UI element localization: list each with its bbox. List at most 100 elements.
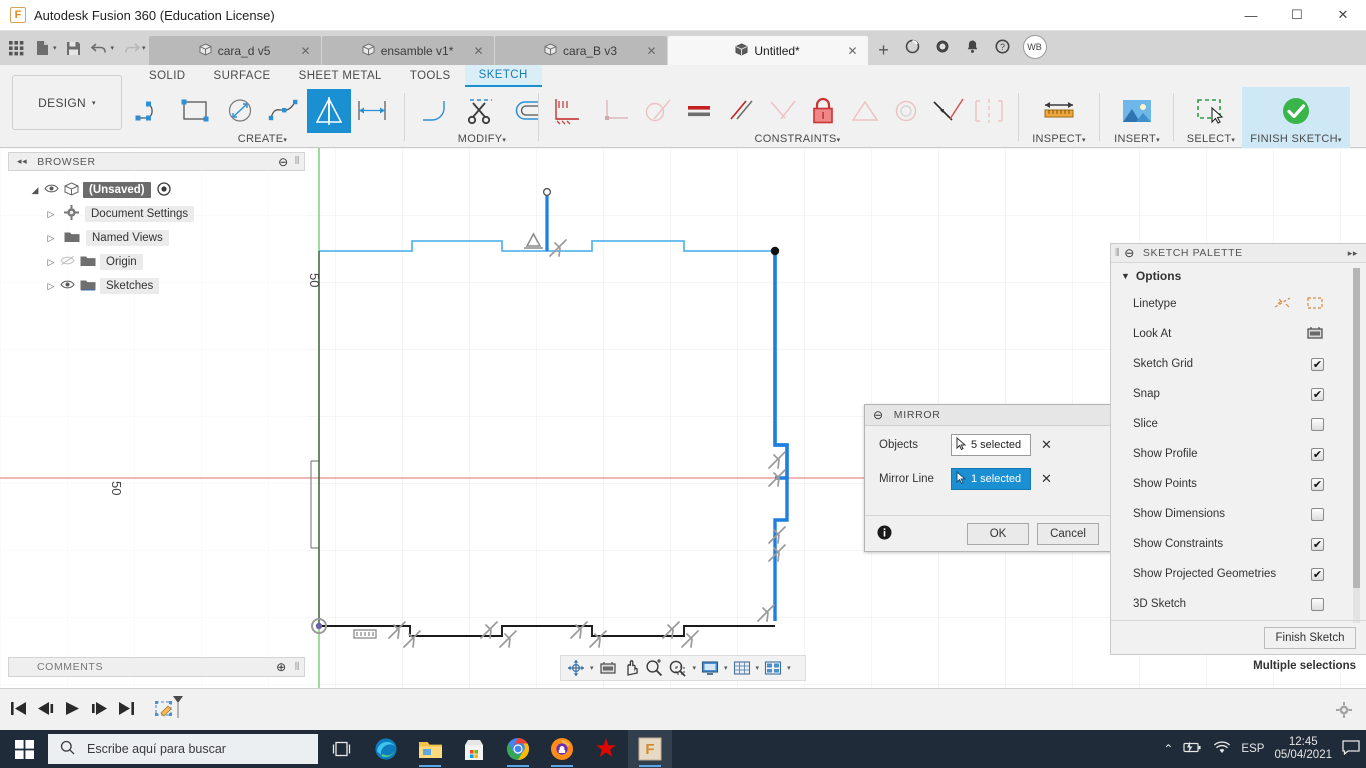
- tree-item-origin[interactable]: ▷ Origin: [8, 250, 305, 274]
- centerline-icon[interactable]: [1306, 295, 1324, 314]
- measure-icon[interactable]: [1036, 89, 1082, 133]
- palette-grip[interactable]: ⦀: [1115, 247, 1120, 260]
- circle-tool[interactable]: [218, 89, 262, 133]
- visibility-eye-icon[interactable]: [58, 279, 76, 293]
- tab-solid[interactable]: SOLID: [135, 65, 200, 87]
- undo-icon[interactable]: [88, 35, 112, 61]
- expand-arrow-icon[interactable]: ▷: [44, 209, 58, 220]
- options-section-header[interactable]: ▼ Options: [1111, 263, 1366, 289]
- palette-row-show-profile[interactable]: Show Profile ✔: [1111, 439, 1366, 469]
- spline-tool[interactable]: [263, 89, 307, 133]
- add-comment-icon[interactable]: ⊕: [276, 660, 287, 674]
- zoom-caret-icon[interactable]: ▾: [691, 657, 699, 679]
- scrollbar-thumb[interactable]: [1353, 268, 1360, 588]
- fix-unfix-constraint[interactable]: [803, 89, 844, 133]
- select-icon[interactable]: [1188, 89, 1234, 133]
- go-to-end-icon[interactable]: [118, 701, 135, 719]
- orbit-caret-icon[interactable]: ▾: [588, 657, 596, 679]
- insert-image-icon[interactable]: [1114, 89, 1160, 133]
- show-profile-checkbox[interactable]: ✔: [1311, 447, 1324, 461]
- sketch-dimension-tool[interactable]: [351, 89, 395, 133]
- step-back-icon[interactable]: [37, 701, 54, 719]
- ribbon-panel-select[interactable]: SELECT▾: [1180, 87, 1242, 148]
- go-to-beginning-icon[interactable]: [10, 701, 27, 719]
- viewports-caret-icon[interactable]: ▾: [785, 657, 793, 679]
- clear-objects-icon[interactable]: ✕: [1041, 437, 1052, 453]
- palette-row-show-projected-geometries[interactable]: Show Projected Geometries ✔: [1111, 559, 1366, 589]
- undo-caret-icon[interactable]: ▾: [111, 44, 115, 52]
- tree-item-sketches[interactable]: ▷ Sketches: [8, 274, 305, 298]
- ok-button[interactable]: OK: [967, 522, 1029, 545]
- palette-row-show-dimensions[interactable]: Show Dimensions: [1111, 499, 1366, 529]
- objects-selection-field[interactable]: 5 selected: [951, 434, 1031, 456]
- windows-start-icon[interactable]: [0, 730, 48, 768]
- palette-row-show-points[interactable]: Show Points ✔: [1111, 469, 1366, 499]
- show-dimensions-checkbox[interactable]: [1311, 507, 1324, 521]
- tree-item-named-views[interactable]: ▷ Named Views: [8, 226, 305, 250]
- comments-grip[interactable]: ⦀: [295, 661, 300, 674]
- palette-scrollbar[interactable]: [1353, 268, 1360, 623]
- palette-row-snap[interactable]: Snap ✔: [1111, 379, 1366, 409]
- help-icon[interactable]: ?: [989, 34, 1017, 60]
- cancel-button[interactable]: Cancel: [1037, 522, 1099, 545]
- viewports-icon[interactable]: [762, 657, 784, 679]
- close-icon[interactable]: ✕: [300, 44, 310, 58]
- expand-palette-icon[interactable]: ▸▸: [1348, 248, 1358, 259]
- ribbon-panel-label-insert[interactable]: INSERT▾: [1106, 132, 1168, 148]
- grid-snaps-icon[interactable]: [731, 657, 753, 679]
- line-tool[interactable]: [130, 89, 174, 133]
- battery-icon[interactable]: [1183, 741, 1203, 757]
- notifications-bell-icon[interactable]: [959, 34, 987, 60]
- minimize-button[interactable]: —: [1228, 0, 1274, 31]
- perpendicular-constraint[interactable]: [595, 89, 636, 133]
- maximize-button[interactable]: ☐: [1274, 0, 1320, 31]
- look-at-icon[interactable]: [597, 657, 619, 679]
- new-document-caret-icon[interactable]: ▾: [53, 44, 57, 52]
- equal-constraint[interactable]: [678, 89, 719, 133]
- clock[interactable]: 12:45 05/04/2021: [1274, 736, 1332, 762]
- pan-icon[interactable]: [620, 657, 642, 679]
- trim-tool[interactable]: [458, 89, 504, 133]
- palette-row-sketch-grid[interactable]: Sketch Grid ✔: [1111, 349, 1366, 379]
- notification-icon[interactable]: [1342, 740, 1360, 758]
- offset-tool[interactable]: [504, 89, 550, 133]
- workspace-switcher-button[interactable]: DESIGN ▾: [12, 75, 122, 130]
- info-icon[interactable]: [877, 525, 892, 543]
- close-icon[interactable]: ✕: [473, 44, 483, 58]
- concentric-constraint[interactable]: [886, 89, 927, 133]
- snap-checkbox[interactable]: ✔: [1311, 387, 1324, 401]
- document-tab-cara-d[interactable]: cara_d v5 ✕: [148, 36, 321, 65]
- display-caret-icon[interactable]: ▾: [722, 657, 730, 679]
- extensions-icon[interactable]: [929, 34, 957, 60]
- palette-row-slice[interactable]: Slice: [1111, 409, 1366, 439]
- expand-arrow-icon[interactable]: ▷: [44, 281, 58, 292]
- sketch-palette-header[interactable]: ⦀ ⊖ SKETCH PALETTE ▸▸: [1111, 244, 1366, 263]
- taskbar-app-file-explorer[interactable]: [408, 730, 452, 768]
- grid-caret-icon[interactable]: ▾: [754, 657, 762, 679]
- ribbon-panel-insert[interactable]: INSERT▾: [1106, 87, 1168, 148]
- ribbon-panel-inspect[interactable]: INSPECT▾: [1026, 87, 1092, 148]
- collinear-constraint[interactable]: [927, 89, 968, 133]
- tab-sketch[interactable]: SKETCH: [464, 65, 542, 87]
- finish-sketch-button[interactable]: FINISH SKETCH▾: [1242, 87, 1350, 148]
- browser-grip[interactable]: ⦀: [295, 155, 300, 168]
- redo-icon[interactable]: [119, 35, 143, 61]
- taskbar-app-avast-secure-browser[interactable]: [540, 730, 584, 768]
- language-indicator[interactable]: ESP: [1241, 743, 1264, 755]
- collapse-browser-icon[interactable]: ◂◂: [17, 156, 27, 167]
- taskbar-search-input[interactable]: Escribe aquí para buscar: [48, 734, 318, 764]
- redo-caret-icon[interactable]: ▾: [142, 44, 146, 52]
- palette-row-3d-sketch[interactable]: 3D Sketch: [1111, 589, 1366, 619]
- ribbon-panel-label-inspect[interactable]: INSPECT▾: [1026, 132, 1092, 148]
- horizontal-vertical-constraint[interactable]: [761, 89, 802, 133]
- clear-mirror-line-icon[interactable]: ✕: [1041, 471, 1052, 487]
- visibility-eye-hidden-icon[interactable]: [58, 255, 76, 269]
- tab-surface[interactable]: SURFACE: [200, 65, 285, 87]
- step-forward-icon[interactable]: [91, 701, 108, 719]
- mirror-dialog-header[interactable]: ⊖ MIRROR: [865, 405, 1111, 426]
- tab-tools[interactable]: TOOLS: [396, 65, 465, 87]
- dimension-label-bottom[interactable]: 50: [109, 481, 124, 495]
- tree-item-unsaved[interactable]: ◢ (Unsaved): [8, 178, 305, 202]
- ribbon-panel-label-create[interactable]: CREATE▾: [130, 132, 395, 148]
- tray-chevron-icon[interactable]: ⌃: [1163, 742, 1173, 756]
